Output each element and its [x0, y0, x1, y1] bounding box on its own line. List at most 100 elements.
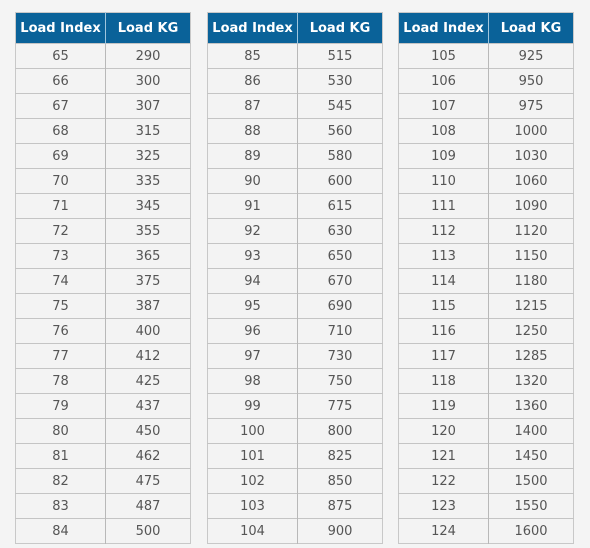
column-header-load-index: Load Index — [398, 12, 489, 44]
load-index-cell: 86 — [207, 68, 298, 94]
load-index-cell: 83 — [15, 493, 106, 519]
load-index-cell: 108 — [398, 118, 489, 144]
load-kg-cell: 975 — [488, 93, 574, 119]
load-kg-cell: 615 — [297, 193, 383, 219]
load-index-cell: 117 — [398, 343, 489, 369]
load-index-cell: 73 — [15, 243, 106, 269]
table-row: 119 1360 — [398, 393, 574, 419]
load-index-cell: 84 — [15, 518, 106, 544]
table-row: 82 475 — [15, 468, 191, 494]
load-kg-cell: 1500 — [488, 468, 574, 494]
table-row: 122 1500 — [398, 468, 574, 494]
load-kg-cell: 690 — [297, 293, 383, 319]
load-kg-cell: 750 — [297, 368, 383, 394]
table-row: 83 487 — [15, 493, 191, 519]
table-row: 86 530 — [207, 68, 383, 94]
table-row: 100 800 — [207, 418, 383, 444]
table-row: 87 545 — [207, 93, 383, 119]
table-row: 97 730 — [207, 343, 383, 369]
load-index-cell: 109 — [398, 143, 489, 169]
table-row: 117 1285 — [398, 343, 574, 369]
load-kg-cell: 1120 — [488, 218, 574, 244]
load-kg-cell: 300 — [105, 68, 191, 94]
load-kg-cell: 800 — [297, 418, 383, 444]
load-index-cell: 75 — [15, 293, 106, 319]
load-index-cell: 70 — [15, 168, 106, 194]
load-kg-cell: 850 — [297, 468, 383, 494]
load-index-cell: 104 — [207, 518, 298, 544]
load-index-cell: 66 — [15, 68, 106, 94]
load-kg-cell: 345 — [105, 193, 191, 219]
table-row: 102 850 — [207, 468, 383, 494]
table-row: 85 515 — [207, 43, 383, 69]
column-header-load-kg: Load KG — [488, 12, 574, 44]
load-index-cell: 82 — [15, 468, 106, 494]
load-index-cell: 124 — [398, 518, 489, 544]
load-kg-cell: 630 — [297, 218, 383, 244]
table-row: 66 300 — [15, 68, 191, 94]
table-row: 106 950 — [398, 68, 574, 94]
load-index-cell: 71 — [15, 193, 106, 219]
load-index-cell: 81 — [15, 443, 106, 469]
load-index-cell: 97 — [207, 343, 298, 369]
load-index-cell: 123 — [398, 493, 489, 519]
load-kg-cell: 1000 — [488, 118, 574, 144]
table-row: 90 600 — [207, 168, 383, 194]
load-index-cell: 94 — [207, 268, 298, 294]
table-row: 114 1180 — [398, 268, 574, 294]
load-index-cell: 65 — [15, 43, 106, 69]
column-header-load-kg: Load KG — [297, 12, 383, 44]
table-row: 65 290 — [15, 43, 191, 69]
load-kg-cell: 425 — [105, 368, 191, 394]
table-row: 75 387 — [15, 293, 191, 319]
load-index-cell: 114 — [398, 268, 489, 294]
table-row: 118 1320 — [398, 368, 574, 394]
table-row: 74 375 — [15, 268, 191, 294]
load-kg-cell: 500 — [105, 518, 191, 544]
load-index-cell: 69 — [15, 143, 106, 169]
load-kg-cell: 325 — [105, 143, 191, 169]
table-row: 88 560 — [207, 118, 383, 144]
table-row: 84 500 — [15, 518, 191, 544]
load-index-cell: 107 — [398, 93, 489, 119]
load-kg-cell: 1450 — [488, 443, 574, 469]
table-row: 81 462 — [15, 443, 191, 469]
table-row: 96 710 — [207, 318, 383, 344]
load-kg-cell: 1090 — [488, 193, 574, 219]
load-kg-cell: 560 — [297, 118, 383, 144]
table-row: 98 750 — [207, 368, 383, 394]
load-index-cell: 79 — [15, 393, 106, 419]
load-index-cell: 91 — [207, 193, 298, 219]
load-index-cell: 90 — [207, 168, 298, 194]
load-index-cell: 118 — [398, 368, 489, 394]
load-index-cell: 100 — [207, 418, 298, 444]
table-row: 77 412 — [15, 343, 191, 369]
load-kg-cell: 1060 — [488, 168, 574, 194]
load-index-cell: 98 — [207, 368, 298, 394]
load-index-cell: 67 — [15, 93, 106, 119]
load-index-cell: 96 — [207, 318, 298, 344]
load-index-table-2: Load Index Load KG 85 515 86 530 87 545 88 560 8… — [207, 12, 383, 544]
load-kg-cell: 1215 — [488, 293, 574, 319]
load-kg-cell: 1360 — [488, 393, 574, 419]
table-row: 94 670 — [207, 268, 383, 294]
load-kg-cell: 335 — [105, 168, 191, 194]
load-index-cell: 93 — [207, 243, 298, 269]
table-row: 105 925 — [398, 43, 574, 69]
load-kg-cell: 530 — [297, 68, 383, 94]
load-kg-cell: 412 — [105, 343, 191, 369]
load-kg-cell: 315 — [105, 118, 191, 144]
load-kg-cell: 900 — [297, 518, 383, 544]
load-index-cell: 89 — [207, 143, 298, 169]
load-index-cell: 102 — [207, 468, 298, 494]
table-row: 120 1400 — [398, 418, 574, 444]
table-row: 110 1060 — [398, 168, 574, 194]
table-row: 115 1215 — [398, 293, 574, 319]
load-kg-cell: 1550 — [488, 493, 574, 519]
load-kg-cell: 730 — [297, 343, 383, 369]
load-index-cell: 99 — [207, 393, 298, 419]
load-kg-cell: 925 — [488, 43, 574, 69]
load-kg-cell: 710 — [297, 318, 383, 344]
table-header-row: Load Index Load KG — [398, 12, 574, 44]
table-row: 68 315 — [15, 118, 191, 144]
